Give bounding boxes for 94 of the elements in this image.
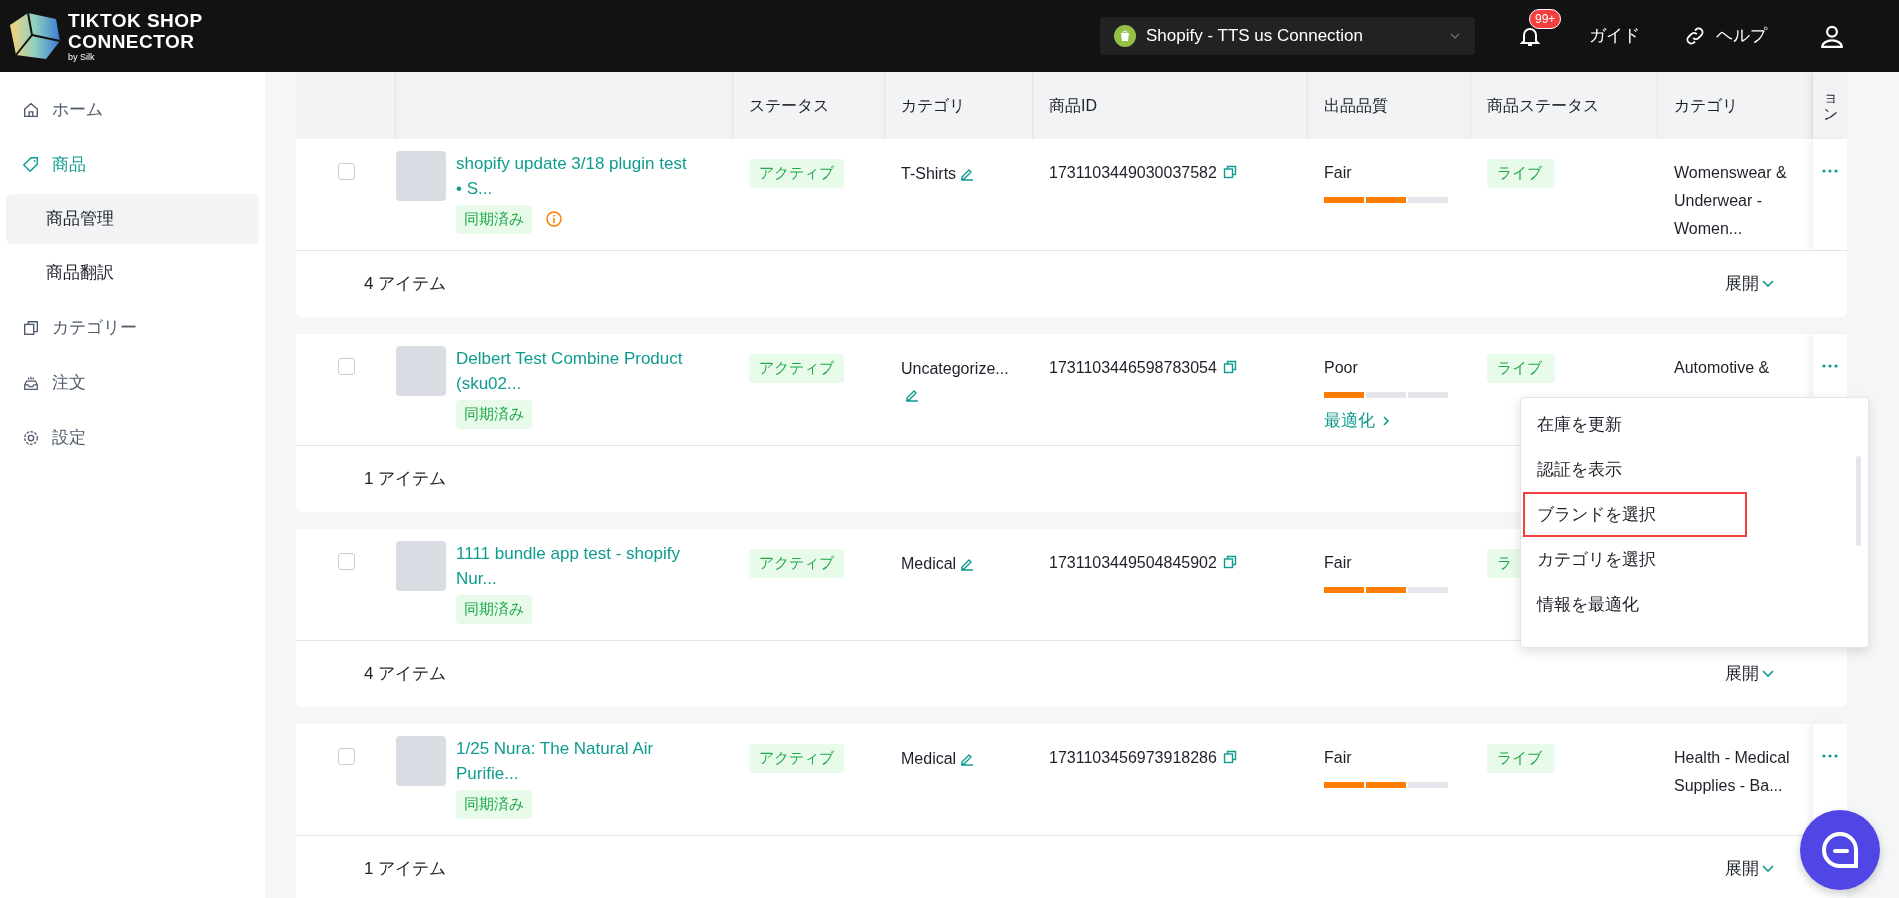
photo-placeholder xyxy=(396,736,446,786)
item-count: 1 アイテム xyxy=(364,468,447,491)
checkbox[interactable] xyxy=(337,553,355,570)
more-icon[interactable] xyxy=(1822,169,1838,173)
status-tag: アクティブ xyxy=(749,354,844,383)
quality-label: Fair xyxy=(1324,163,1352,183)
checkbox[interactable] xyxy=(337,358,355,375)
sidebar-item[interactable]: ホーム xyxy=(6,82,259,137)
settings-icon xyxy=(22,428,40,447)
column-header: 出品品質 xyxy=(1324,95,1388,116)
category-text: T-Shirts xyxy=(901,165,957,182)
chevron-right-icon xyxy=(1381,414,1391,427)
chevron-down-icon xyxy=(1761,864,1775,874)
sync-tag: 同期済み xyxy=(456,790,532,819)
category-text: Medical xyxy=(901,750,957,767)
sidebar-item[interactable]: カテゴリー xyxy=(6,300,259,355)
photo-placeholder xyxy=(396,346,446,396)
column-header: ョン xyxy=(1822,89,1838,122)
column-header: カテゴリ xyxy=(1674,95,1738,116)
menu-item[interactable]: 在庫を更新 xyxy=(1523,402,1747,447)
listing-status-tag: ライブ xyxy=(1487,159,1555,188)
product-id: 1731103449504845902 xyxy=(1049,553,1217,573)
listing-status-tag: ライブ xyxy=(1487,744,1555,773)
category-text: Medical xyxy=(901,555,957,572)
copy-icon[interactable] xyxy=(1222,165,1237,179)
sidebar-subitem[interactable]: 商品翻訳 xyxy=(6,248,259,298)
category-text: Uncategorize... xyxy=(901,360,1009,377)
quality-label: Fair xyxy=(1324,553,1352,573)
status-tag: アクティブ xyxy=(749,549,844,578)
store-selector[interactable]: Shopify - TTS us Connection xyxy=(1100,17,1475,55)
expand-link[interactable]: 展開 xyxy=(1725,856,1775,882)
sync-tag: 同期済み xyxy=(456,400,532,429)
pencil-icon[interactable] xyxy=(960,167,975,181)
status-tag: アクティブ xyxy=(749,159,844,188)
pencil-icon[interactable] xyxy=(960,557,975,571)
chevron-down-icon xyxy=(1449,30,1461,42)
tag-icon xyxy=(22,155,40,174)
product-id: 1731103449030037582 xyxy=(1049,163,1217,183)
photo-placeholder xyxy=(396,151,446,201)
column-header: カテゴリ xyxy=(901,95,965,116)
item-count: 1 アイテム xyxy=(364,858,447,881)
menu-item[interactable]: 認証を表示 xyxy=(1523,447,1747,492)
more-icon[interactable] xyxy=(1822,364,1838,368)
chat-bubble-icon xyxy=(1820,830,1860,870)
column-header: ステータス xyxy=(749,95,829,116)
sync-tag: 同期済み xyxy=(456,205,532,234)
optimize-link[interactable]: 最適化 xyxy=(1324,408,1391,434)
menu-item[interactable]: 情報を最適化 xyxy=(1523,582,1747,627)
product-id: 1731103456973918286 xyxy=(1049,748,1217,768)
header-link[interactable]: ヘルプ xyxy=(1684,23,1767,49)
item-count: 4 アイテム xyxy=(364,663,447,686)
sidebar-item[interactable]: 商品 xyxy=(6,137,259,192)
sidebar-item[interactable]: 注文 xyxy=(6,355,259,410)
quality-label: Poor xyxy=(1324,358,1358,378)
copy-icon[interactable] xyxy=(1222,360,1237,374)
copy-icon xyxy=(22,318,40,337)
pencil-icon[interactable] xyxy=(960,752,975,766)
expand-link[interactable]: 展開 xyxy=(1725,661,1775,687)
home-icon xyxy=(22,100,40,119)
product-id: 1731103446598783054 xyxy=(1049,358,1217,378)
quality-label: Fair xyxy=(1324,748,1352,768)
logo-text: CONNECTOR xyxy=(68,31,196,51)
shopify-bag-icon xyxy=(1114,25,1136,47)
info-icon[interactable] xyxy=(546,211,562,228)
logo-text: TIKTOK SHOP xyxy=(68,10,203,30)
user-icon[interactable] xyxy=(1819,23,1845,49)
item-count: 4 アイテム xyxy=(364,273,447,296)
expand-link[interactable]: 展開 xyxy=(1725,271,1775,297)
copy-icon[interactable] xyxy=(1222,750,1237,764)
status-tag: アクティブ xyxy=(749,744,844,773)
notification-badge: 99+ xyxy=(1529,9,1562,29)
more-icon[interactable] xyxy=(1822,754,1838,758)
pencil-icon[interactable] xyxy=(905,388,919,402)
checkbox[interactable] xyxy=(337,163,355,180)
column-header: 商品ステータス xyxy=(1487,95,1599,116)
category-text: Womenswear & Underwear - Women... xyxy=(1674,164,1787,237)
listing-status-tag: ライブ xyxy=(1487,354,1555,383)
sidebar-subitem[interactable]: 商品管理 xyxy=(6,194,259,244)
copy-icon[interactable] xyxy=(1222,555,1237,569)
checkbox[interactable] xyxy=(337,748,355,765)
chevron-down-icon xyxy=(1761,669,1775,679)
sync-tag: 同期済み xyxy=(456,595,532,624)
category-text: Automotive & xyxy=(1674,359,1770,376)
category-text: Health - Medical Supplies - Ba... xyxy=(1674,749,1790,794)
header-link[interactable]: ガイド xyxy=(1589,23,1640,49)
link-icon xyxy=(1684,25,1706,47)
sidebar-item[interactable]: 設定 xyxy=(6,410,259,465)
chevron-down-icon xyxy=(1761,279,1775,289)
chat-button[interactable] xyxy=(1800,810,1880,890)
logo-byline: by Silk xyxy=(68,52,96,62)
column-header: 商品ID xyxy=(1049,95,1097,116)
menu-item[interactable]: ブランドを選択 xyxy=(1523,492,1747,537)
product-title-link[interactable]: 1111 bundle app test - shopify Nur... xyxy=(456,541,696,591)
photo-placeholder xyxy=(396,541,446,591)
